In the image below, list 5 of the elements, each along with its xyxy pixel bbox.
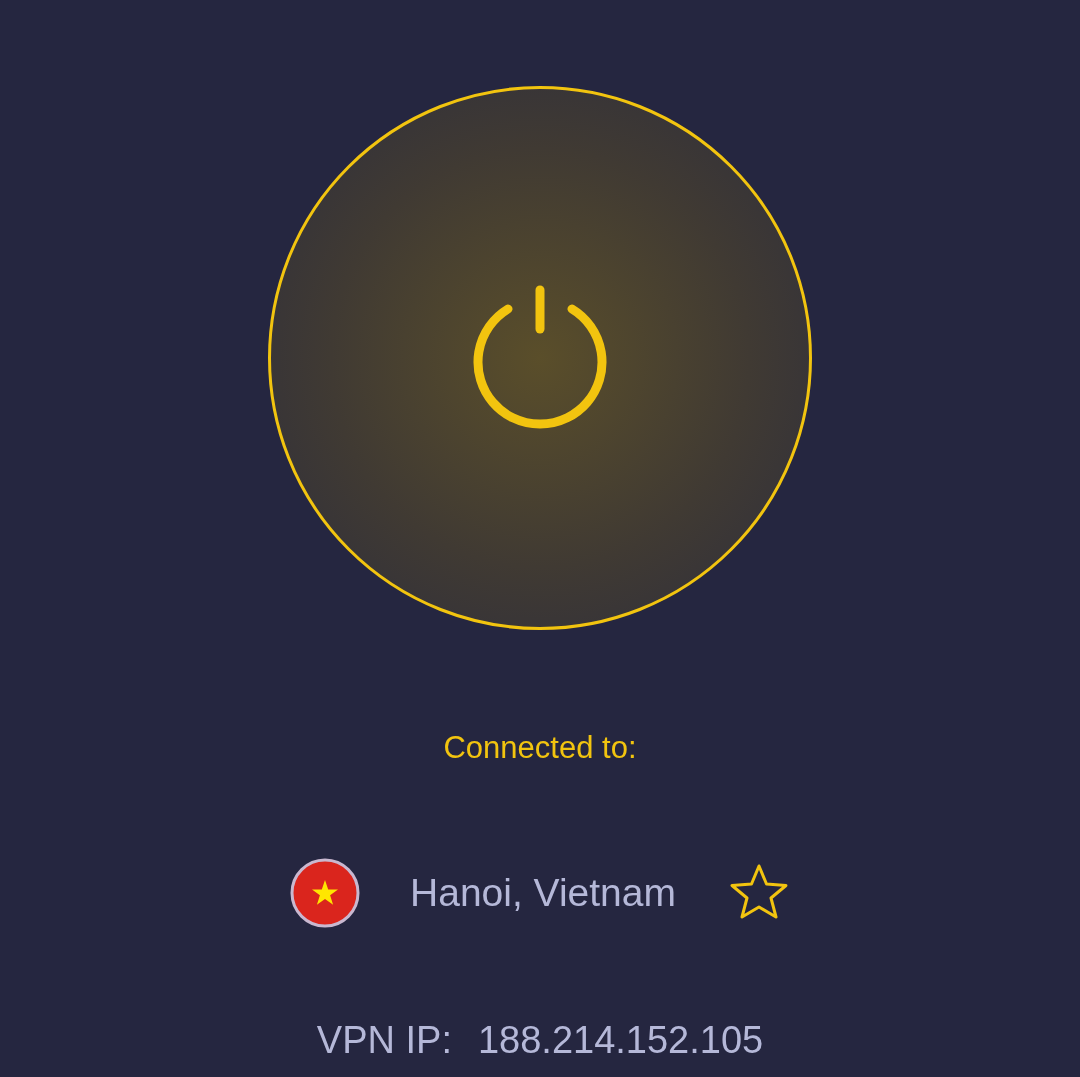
ip-address: 188.214.152.105: [477, 1018, 764, 1063]
status-label: Connected to:: [443, 730, 637, 766]
flag-icon: [290, 858, 361, 928]
ip-label: VPN IP:: [316, 1018, 452, 1063]
location-name: Hanoi, Vietnam: [410, 870, 676, 916]
